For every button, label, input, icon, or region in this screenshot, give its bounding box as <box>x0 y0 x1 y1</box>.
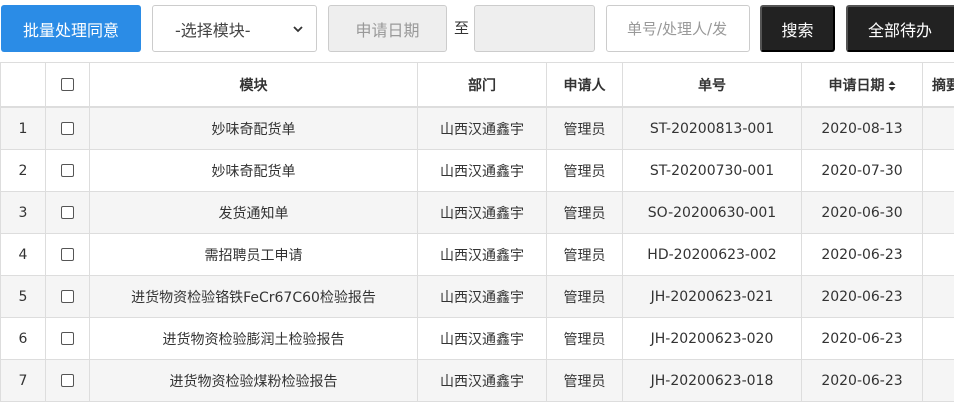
row-checkbox-cell[interactable] <box>45 106 90 150</box>
row-dept: 山西汉通鑫宇 <box>417 233 547 276</box>
toolbar: 批量处理同意 -选择模块- 申请日期 至 单号/处理人/发 搜索 全部待办 <box>0 0 954 58</box>
row-dept: 山西汉通鑫宇 <box>417 191 547 234</box>
row-checkbox-cell[interactable] <box>45 317 90 360</box>
row-number: HD-20200623-002 <box>622 233 802 276</box>
date-from-placeholder: 申请日期 <box>355 20 420 40</box>
table-row[interactable]: 1 妙味奇配货单 山西汉通鑫宇 管理员 ST-20200813-001 2020… <box>0 106 954 150</box>
row-module[interactable]: 妙味奇配货单 <box>89 106 418 150</box>
row-index: 4 <box>0 233 46 276</box>
row-summary <box>922 106 954 150</box>
row-number: JH-20200623-018 <box>622 359 802 402</box>
header-applicant: 申请人 <box>546 62 623 108</box>
row-module[interactable]: 进货物资检验膨润土检验报告 <box>89 317 418 360</box>
row-dept: 山西汉通鑫宇 <box>417 317 547 360</box>
header-summary: 摘要 <box>922 62 954 108</box>
header-date[interactable]: 申请日期 <box>801 62 923 108</box>
row-date: 2020-08-13 <box>801 106 923 150</box>
row-checkbox[interactable] <box>61 290 74 303</box>
row-applicant: 管理员 <box>546 233 623 276</box>
row-number: SO-20200630-001 <box>622 191 802 234</box>
table-row[interactable]: 6 进货物资检验膨润土检验报告 山西汉通鑫宇 管理员 JH-20200623-0… <box>0 317 954 360</box>
row-index: 7 <box>0 359 46 402</box>
table-row[interactable]: 4 需招聘员工申请 山西汉通鑫宇 管理员 HD-20200623-002 202… <box>0 233 954 276</box>
row-checkbox-cell[interactable] <box>45 359 90 402</box>
row-date: 2020-06-23 <box>801 317 923 360</box>
header-dept: 部门 <box>417 62 547 108</box>
row-index: 6 <box>0 317 46 360</box>
row-date: 2020-06-30 <box>801 191 923 234</box>
row-applicant: 管理员 <box>546 359 623 402</box>
row-applicant: 管理员 <box>546 106 623 150</box>
batch-approve-button[interactable]: 批量处理同意 <box>1 5 141 52</box>
module-select[interactable]: -选择模块- <box>152 5 317 52</box>
select-all-checkbox[interactable] <box>61 78 74 91</box>
row-applicant: 管理员 <box>546 149 623 192</box>
row-summary <box>922 317 954 360</box>
row-summary <box>922 233 954 276</box>
row-summary <box>922 149 954 192</box>
chevron-down-icon <box>293 25 303 32</box>
row-index: 5 <box>0 275 46 318</box>
search-input[interactable]: 单号/处理人/发 <box>606 5 750 52</box>
row-date: 2020-06-23 <box>801 359 923 402</box>
row-module[interactable]: 进货物资检验铬铁FeCr67C60检验报告 <box>89 275 418 318</box>
row-checkbox[interactable] <box>61 164 74 177</box>
row-dept: 山西汉通鑫宇 <box>417 106 547 150</box>
row-dept: 山西汉通鑫宇 <box>417 149 547 192</box>
row-date: 2020-06-23 <box>801 275 923 318</box>
row-applicant: 管理员 <box>546 275 623 318</box>
table-row[interactable]: 3 发货通知单 山西汉通鑫宇 管理员 SO-20200630-001 2020-… <box>0 191 954 234</box>
row-index: 1 <box>0 106 46 150</box>
row-index: 2 <box>0 149 46 192</box>
header-select-all[interactable] <box>45 62 90 108</box>
row-number: JH-20200623-021 <box>622 275 802 318</box>
header-module: 模块 <box>89 62 418 108</box>
row-dept: 山西汉通鑫宇 <box>417 359 547 402</box>
all-pending-button[interactable]: 全部待办 <box>846 5 954 52</box>
row-dept: 山西汉通鑫宇 <box>417 275 547 318</box>
sort-icon[interactable] <box>888 80 896 92</box>
row-applicant: 管理员 <box>546 317 623 360</box>
header-number: 单号 <box>622 62 802 108</box>
row-checkbox-cell[interactable] <box>45 191 90 234</box>
table-row[interactable]: 7 进货物资检验煤粉检验报告 山西汉通鑫宇 管理员 JH-20200623-01… <box>0 359 954 402</box>
row-checkbox[interactable] <box>61 206 74 219</box>
search-button[interactable]: 搜索 <box>760 5 835 52</box>
row-module[interactable]: 发货通知单 <box>89 191 418 234</box>
row-checkbox-cell[interactable] <box>45 149 90 192</box>
row-checkbox[interactable] <box>61 374 74 387</box>
date-from-input[interactable]: 申请日期 <box>328 5 447 52</box>
module-select-value: -选择模块- <box>175 20 251 40</box>
row-module[interactable]: 妙味奇配货单 <box>89 149 418 192</box>
row-date: 2020-06-23 <box>801 233 923 276</box>
row-checkbox[interactable] <box>61 122 74 135</box>
row-checkbox-cell[interactable] <box>45 233 90 276</box>
table-row[interactable]: 2 妙味奇配货单 山西汉通鑫宇 管理员 ST-20200730-001 2020… <box>0 149 954 192</box>
header-date-label: 申请日期 <box>828 77 885 94</box>
date-range-separator: 至 <box>454 19 470 37</box>
row-checkbox-cell[interactable] <box>45 275 90 318</box>
row-summary <box>922 359 954 402</box>
row-checkbox[interactable] <box>61 248 74 261</box>
row-date: 2020-07-30 <box>801 149 923 192</box>
row-summary <box>922 275 954 318</box>
header-index <box>0 62 46 108</box>
table-row[interactable]: 5 进货物资检验铬铁FeCr67C60检验报告 山西汉通鑫宇 管理员 JH-20… <box>0 275 954 318</box>
row-summary <box>922 191 954 234</box>
row-module[interactable]: 需招聘员工申请 <box>89 233 418 276</box>
date-to-input[interactable] <box>474 5 595 52</box>
table-header-row: 模块 部门 申请人 单号 申请日期 摘要 <box>0 62 954 108</box>
row-applicant: 管理员 <box>546 191 623 234</box>
row-number: ST-20200813-001 <box>622 106 802 150</box>
row-index: 3 <box>0 191 46 234</box>
row-number: JH-20200623-020 <box>622 317 802 360</box>
search-placeholder: 单号/处理人/发 <box>627 20 728 38</box>
row-module[interactable]: 进货物资检验煤粉检验报告 <box>89 359 418 402</box>
row-checkbox[interactable] <box>61 332 74 345</box>
row-number: ST-20200730-001 <box>622 149 802 192</box>
pending-table: 模块 部门 申请人 单号 申请日期 摘要 1 妙味奇配货单 山西汉通鑫宇 管理员… <box>0 62 954 405</box>
